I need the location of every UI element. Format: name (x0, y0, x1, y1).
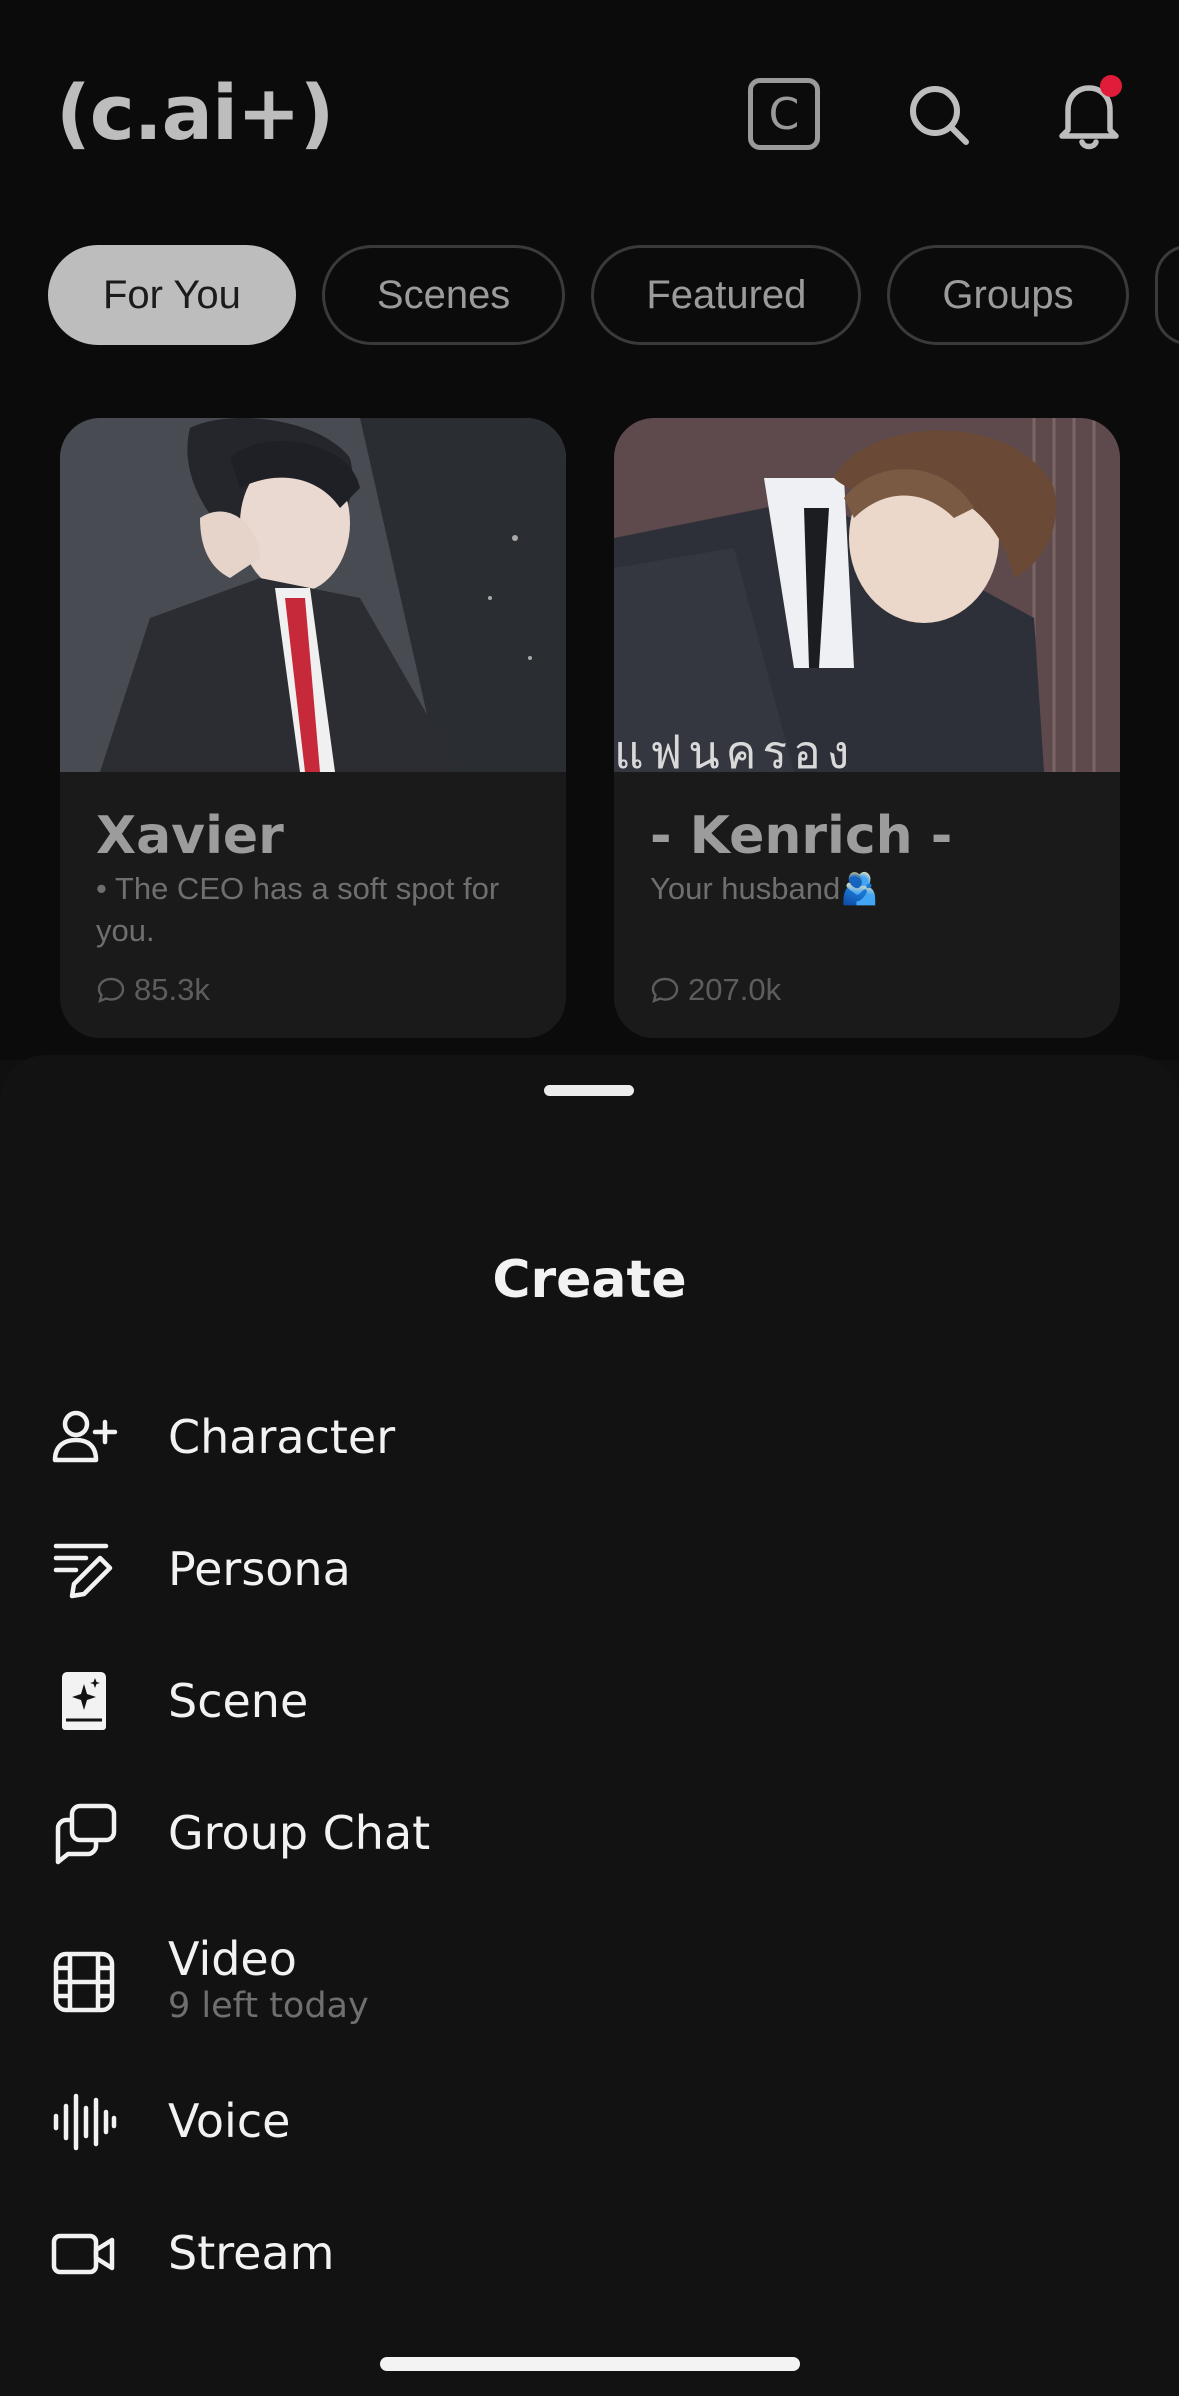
video-quota-text: 9 left today (168, 1986, 369, 2026)
character-card[interactable]: แฟนครอง - Kenrich - Your husband🫂 207.0k (614, 418, 1120, 1038)
c-plus-icon[interactable]: C (748, 78, 820, 150)
scene-book-icon (62, 1672, 106, 1730)
app-logo[interactable]: (c.ai+) (56, 68, 334, 157)
character-avatar-image (60, 418, 566, 772)
video-camera-icon (51, 2233, 115, 2275)
add-user-icon (52, 1410, 118, 1463)
chat-bubble-icon (651, 977, 679, 1004)
sheet-title: Create (492, 1250, 687, 1310)
tab-more[interactable] (1154, 245, 1179, 345)
persona-edit-icon (53, 1543, 113, 1599)
character-avatar-image: แฟนครอง (614, 418, 1120, 772)
notification-badge (1100, 75, 1122, 97)
group-chat-icon (55, 1803, 117, 1865)
chat-count: 85.3k (96, 972, 210, 1008)
chat-bubble-icon (97, 977, 125, 1004)
character-description: Your husband🫂 (650, 871, 879, 906)
create-video-item[interactable]: Video 9 left today (50, 1932, 1130, 2052)
chat-count-value: 207.0k (688, 972, 782, 1007)
create-voice-label: Voice (168, 2094, 291, 2148)
create-stream-item[interactable]: Stream (50, 2220, 1130, 2330)
film-icon (53, 1951, 115, 2013)
tab-for-you[interactable]: For You (48, 245, 296, 345)
search-icon[interactable] (898, 74, 980, 156)
create-character-label: Character (168, 1410, 396, 1464)
create-group-chat-item[interactable]: Group Chat (50, 1800, 1130, 1910)
character-description: • The CEO has a soft spot for you. (96, 871, 500, 948)
character-name: Xavier (96, 806, 284, 866)
create-stream-label: Stream (168, 2226, 335, 2280)
image-watermark-text: แฟนครอง (614, 725, 856, 772)
character-card[interactable]: Xavier • The CEO has a soft spot for you… (60, 418, 566, 1038)
character-name: - Kenrich - (650, 806, 953, 866)
create-video-label: Video (168, 1932, 297, 1986)
tab-scenes[interactable]: Scenes (321, 245, 566, 345)
tab-groups[interactable]: Groups (887, 245, 1129, 345)
create-persona-item[interactable]: Persona (50, 1536, 1130, 1646)
create-group-chat-label: Group Chat (168, 1806, 431, 1860)
category-tabs: For You Scenes Featured Groups (48, 245, 1179, 345)
home-indicator[interactable] (380, 2357, 800, 2371)
chat-count-value: 85.3k (134, 972, 210, 1007)
create-scene-item[interactable]: Scene (50, 1668, 1130, 1778)
create-scene-label: Scene (168, 1674, 309, 1728)
voice-wave-icon (53, 2093, 117, 2151)
create-voice-item[interactable]: Voice (50, 2088, 1130, 2198)
chat-count: 207.0k (650, 972, 781, 1008)
sheet-drag-handle[interactable] (544, 1085, 634, 1096)
create-character-item[interactable]: Character (50, 1404, 1130, 1514)
create-persona-label: Persona (168, 1542, 351, 1596)
tab-featured[interactable]: Featured (591, 245, 862, 345)
